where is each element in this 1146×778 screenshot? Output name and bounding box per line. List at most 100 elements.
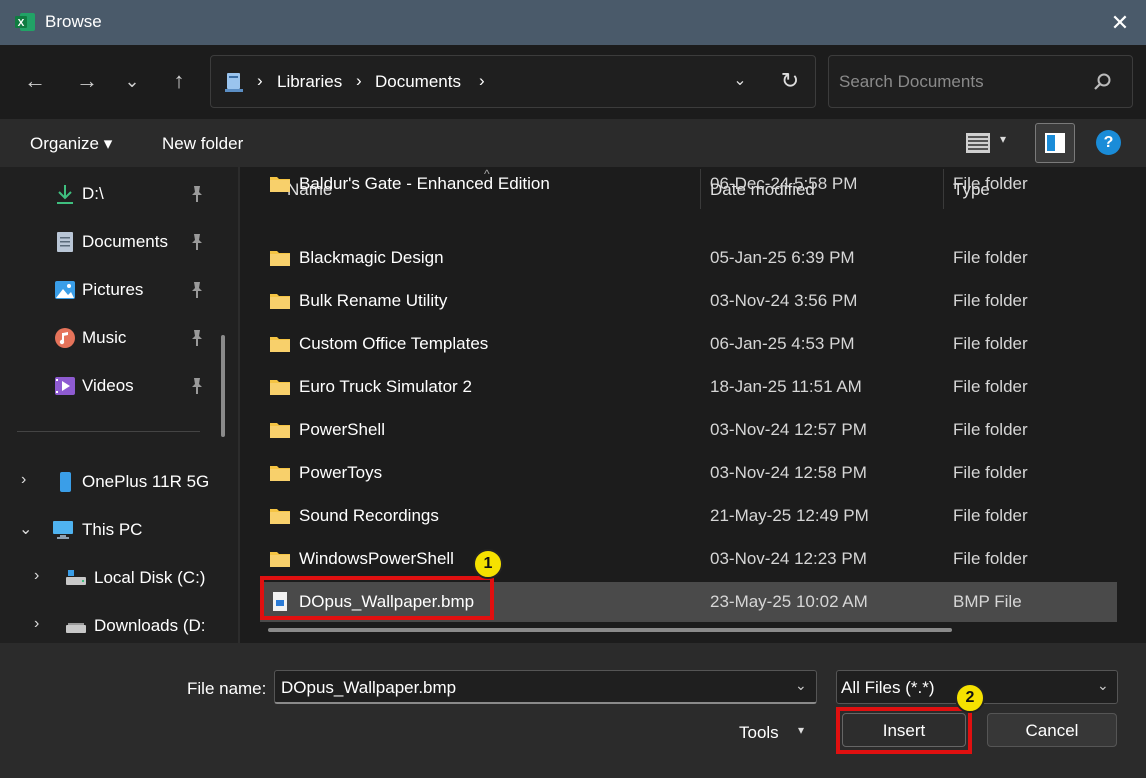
- sidebar-item-label: Downloads (D:: [94, 616, 206, 635]
- file-row[interactable]: Baldur's Gate - Enhanced Edition 06-Dec-2…: [260, 167, 1117, 204]
- chevron-right-icon[interactable]: ›: [21, 471, 37, 491]
- navigation-pane: D:\ Documents Pictures Music Videos › On…: [0, 167, 238, 643]
- file-type: File folder: [953, 549, 1028, 568]
- search-icon[interactable]: [1092, 71, 1114, 93]
- close-icon[interactable]: ✕: [1105, 8, 1135, 38]
- chevron-down-icon[interactable]: ⌄: [1097, 677, 1109, 694]
- drive-icon: [66, 570, 86, 585]
- file-name: PowerToys: [299, 463, 383, 482]
- sidebar-item-music[interactable]: Music: [0, 317, 238, 357]
- view-dropdown-icon[interactable]: ▾: [1000, 132, 1006, 146]
- title-bar: X Browse ✕: [0, 0, 1146, 45]
- file-name-field[interactable]: DOpus_Wallpaper.bmp ⌄: [274, 670, 817, 704]
- refresh-icon[interactable]: ↻: [775, 66, 805, 96]
- sidebar-item-this-pc[interactable]: ⌄ This PC: [0, 509, 238, 549]
- file-name-label: File name:: [187, 679, 267, 698]
- address-bar[interactable]: › Libraries › Documents › ⌄ ↻: [210, 55, 816, 108]
- preview-pane-button[interactable]: [1035, 123, 1075, 163]
- file-row[interactable]: Bulk Rename Utility 03-Nov-24 3:56 PM File…: [260, 281, 1117, 321]
- navigation-bar: ← → ⌄ ↑ › Libraries › Documents › ⌄ ↻: [0, 45, 1146, 119]
- file-type: File folder: [953, 291, 1028, 310]
- sidebar-item-label: D:\: [82, 184, 104, 203]
- file-date: 03-Nov-24 12:57 PM: [710, 420, 867, 439]
- tools-dropdown-icon[interactable]: ▾: [798, 723, 804, 737]
- chevron-right-icon[interactable]: ›: [34, 567, 50, 587]
- file-row[interactable]: Sound Recordings 21-May-25 12:49 PM File f…: [260, 496, 1117, 536]
- sidebar-item-videos[interactable]: Videos: [0, 365, 238, 405]
- folder-icon: [270, 177, 290, 192]
- folder-icon: [270, 552, 290, 567]
- sidebar-item-label: This PC: [82, 520, 143, 539]
- file-date: 23-May-25 10:02 AM: [710, 592, 868, 611]
- file-name: Bulk Rename Utility: [299, 291, 448, 310]
- breadcrumb-documents[interactable]: Documents: [375, 72, 461, 92]
- pin-icon: [189, 185, 205, 203]
- file-date: 05-Jan-25 6:39 PM: [710, 248, 855, 267]
- forward-arrow-icon[interactable]: →: [71, 65, 103, 97]
- cancel-button[interactable]: Cancel: [987, 713, 1117, 747]
- new-folder-button[interactable]: New folder: [162, 134, 243, 154]
- breadcrumb-separator: ›: [356, 71, 362, 90]
- sidebar-item-label: Local Disk (C:): [94, 568, 206, 587]
- folder-icon: [270, 380, 290, 395]
- download-icon: [57, 185, 73, 204]
- search-box[interactable]: [828, 55, 1133, 108]
- step-badge-1: 1: [473, 549, 503, 579]
- organize-button[interactable]: Organize ▾: [30, 134, 112, 154]
- chevron-right-icon[interactable]: ›: [34, 615, 50, 635]
- file-type: File folder: [953, 463, 1028, 482]
- sidebar-item-local-disk-c[interactable]: › Local Disk (C:): [0, 557, 238, 597]
- address-history-chevron-icon[interactable]: ⌄: [727, 68, 753, 94]
- sidebar-item-label: Documents: [82, 232, 168, 251]
- file-type: File folder: [953, 506, 1028, 525]
- tools-button[interactable]: Tools: [739, 723, 779, 743]
- pin-icon: [189, 377, 205, 395]
- chevron-down-icon[interactable]: ⌄: [795, 677, 807, 694]
- sidebar-item-d-drive[interactable]: D:\: [0, 173, 238, 213]
- file-row[interactable]: WindowsPowerShell 03-Nov-24 12:23 PM File …: [260, 539, 1117, 579]
- sidebar-item-label: OnePlus 11R 5G: [82, 472, 210, 491]
- sidebar-item-documents[interactable]: Documents: [0, 221, 238, 261]
- nav-scrollbar[interactable]: [221, 335, 225, 437]
- step-badge-2: 2: [955, 683, 985, 713]
- file-type: BMP File: [953, 592, 1022, 611]
- music-icon: [55, 328, 75, 348]
- view-options-icon[interactable]: [965, 131, 991, 155]
- sidebar-item-pictures[interactable]: Pictures: [0, 269, 238, 309]
- back-arrow-icon[interactable]: ←: [19, 65, 51, 97]
- command-bar: Organize ▾ New folder ▾ ?: [0, 119, 1146, 167]
- nav-divider: [17, 431, 200, 432]
- pin-icon: [189, 329, 205, 347]
- breadcrumb-separator[interactable]: ›: [479, 71, 485, 91]
- sidebar-item-downloads-d[interactable]: › Downloads (D:: [0, 605, 238, 643]
- sidebar-item-oneplus[interactable]: › OnePlus 11R 5G: [0, 461, 238, 501]
- search-input[interactable]: [839, 71, 1089, 93]
- excel-icon: X: [15, 13, 35, 31]
- file-type: File folder: [953, 377, 1028, 396]
- file-name-value[interactable]: DOpus_Wallpaper.bmp: [281, 678, 456, 698]
- pin-icon: [189, 233, 205, 251]
- file-row[interactable]: Euro Truck Simulator 2 18-Jan-25 11:51 AM…: [260, 367, 1117, 407]
- file-name: WindowsPowerShell: [299, 549, 454, 568]
- file-name: Blackmagic Design: [299, 248, 444, 267]
- horizontal-scrollbar[interactable]: [268, 628, 952, 632]
- folder-icon: [270, 294, 290, 309]
- file-list: ^ Name Date modified Type Baldur's Gate …: [240, 167, 1146, 643]
- chevron-down-icon[interactable]: ⌄: [19, 519, 35, 539]
- file-date: 06-Jan-25 4:53 PM: [710, 334, 855, 353]
- breadcrumb-libraries[interactable]: Libraries: [277, 72, 342, 92]
- file-row[interactable]: PowerShell 03-Nov-24 12:57 PM File folder: [260, 410, 1117, 450]
- file-row[interactable]: PowerToys 03-Nov-24 12:58 PM File folder: [260, 453, 1117, 493]
- help-icon[interactable]: ?: [1096, 130, 1121, 155]
- folder-icon: [270, 466, 290, 481]
- sidebar-item-label: Videos: [82, 376, 134, 395]
- recent-locations-chevron-icon[interactable]: ⌄: [116, 65, 148, 97]
- insert-button-highlight: [836, 707, 972, 754]
- up-arrow-icon[interactable]: ↑: [163, 65, 195, 97]
- file-row[interactable]: Custom Office Templates 06-Jan-25 4:53 PM…: [260, 324, 1117, 364]
- file-date: 03-Nov-24 12:23 PM: [710, 549, 867, 568]
- documents-icon: [57, 232, 73, 252]
- file-row[interactable]: Blackmagic Design 05-Jan-25 6:39 PM File f…: [260, 238, 1117, 278]
- sidebar-item-label: Music: [82, 328, 127, 347]
- pc-icon: [53, 521, 73, 539]
